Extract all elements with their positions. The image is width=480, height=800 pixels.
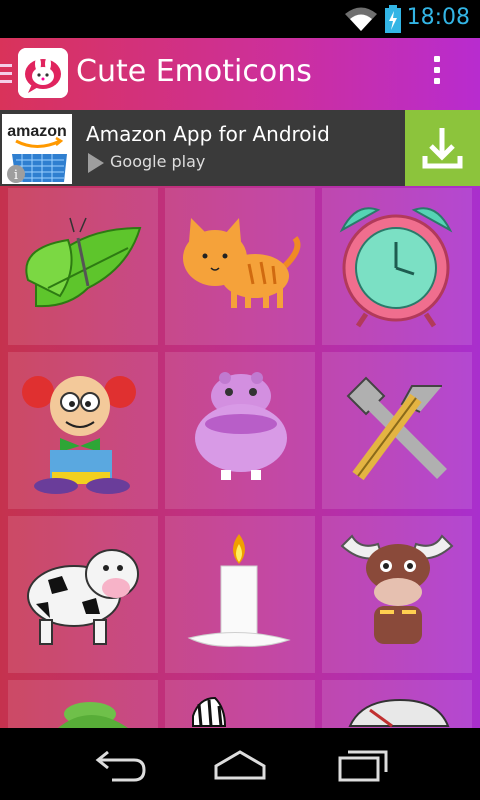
wifi-icon xyxy=(345,7,377,31)
info-icon: i xyxy=(14,168,18,183)
amazon-logo[interactable]: amazon i xyxy=(2,114,72,184)
butterfly-tile[interactable] xyxy=(8,188,158,345)
ad-banner[interactable]: amazon i Amazon App for Android Google p… xyxy=(0,110,480,186)
back-icon[interactable] xyxy=(90,746,150,782)
app-title: Cute Emoticons xyxy=(76,54,312,89)
clown-tile[interactable] xyxy=(8,352,158,509)
candle-tile[interactable] xyxy=(165,516,315,673)
battery-charging-icon xyxy=(385,5,401,33)
cat-tile[interactable] xyxy=(165,188,315,345)
google-play-badge: Google play xyxy=(86,152,206,174)
cow-tile[interactable] xyxy=(8,516,158,673)
emoticon-grid xyxy=(0,186,480,728)
svg-text:amazon: amazon xyxy=(7,123,67,140)
navigation-bar xyxy=(0,728,480,800)
candle-icon xyxy=(187,534,291,647)
download-button[interactable] xyxy=(405,110,480,186)
tools-tile[interactable] xyxy=(322,352,472,509)
drawer-indicator-icon[interactable] xyxy=(0,64,14,86)
knit-hat-tile[interactable] xyxy=(8,680,158,728)
download-icon xyxy=(422,128,463,169)
clock-partial-icon xyxy=(348,698,450,728)
app-bar: Cute Emoticons xyxy=(0,38,480,110)
buffalo-icon xyxy=(340,534,454,644)
app-logo[interactable] xyxy=(18,48,68,98)
cat-icon xyxy=(183,218,301,308)
zebra-tile[interactable] xyxy=(165,680,315,728)
tools-icon xyxy=(346,376,447,481)
clock-partial-tile[interactable] xyxy=(322,680,472,728)
home-icon[interactable] xyxy=(210,746,270,782)
clock-time: 18:08 xyxy=(406,5,470,30)
ad-title[interactable]: Amazon App for Android xyxy=(86,122,330,146)
hippo-icon xyxy=(195,372,287,480)
google-play-label: Google play xyxy=(110,152,206,171)
zebra-icon xyxy=(192,696,227,727)
status-bar: 18:08 xyxy=(0,0,480,38)
knit-hat-icon xyxy=(58,702,128,728)
buffalo-tile[interactable] xyxy=(322,516,472,673)
alarm-clock-icon xyxy=(339,207,453,328)
overflow-menu-icon[interactable] xyxy=(430,56,444,92)
alarm-clock-tile[interactable] xyxy=(322,188,472,345)
cow-icon xyxy=(27,549,139,645)
recent-apps-icon[interactable] xyxy=(332,746,392,782)
clown-icon xyxy=(22,376,136,494)
hippo-tile[interactable] xyxy=(165,352,315,509)
play-store-icon xyxy=(88,153,104,173)
butterfly-icon xyxy=(25,217,142,308)
